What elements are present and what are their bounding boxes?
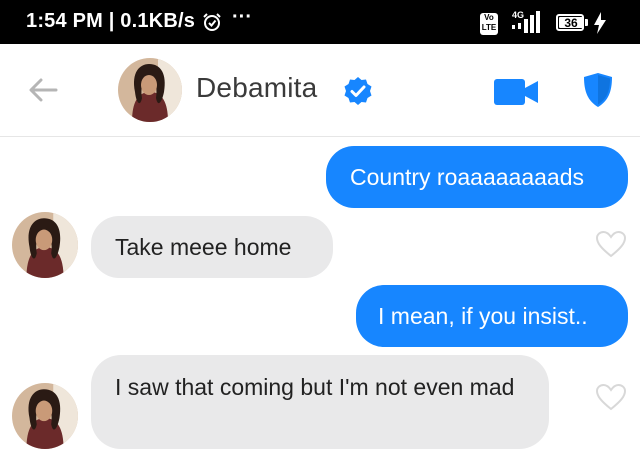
volte-icon: Vo LTE <box>480 13 498 35</box>
status-bar: 1:54 PM | 0.1KB/s ··· Vo LTE 4G 36 <box>0 0 640 44</box>
message-text: I mean, if you insist.. <box>378 303 588 329</box>
charging-icon <box>593 12 607 39</box>
message-avatar[interactable] <box>12 383 78 449</box>
sent-message-bubble[interactable]: Country roaaaaaaaads <box>326 146 628 208</box>
contact-avatar[interactable] <box>118 58 182 122</box>
received-message-bubble[interactable]: I saw that coming but I'm not even mad <box>91 355 549 449</box>
signal-icon: 4G <box>510 9 546 40</box>
verified-badge-icon <box>343 76 373 111</box>
more-notifications-icon: ··· <box>232 6 252 28</box>
battery-nub <box>585 19 588 26</box>
message-text: I saw that coming but I'm not even mad <box>115 374 515 400</box>
battery-level: 36 <box>559 17 583 29</box>
message-text: Take meee home <box>115 234 292 260</box>
message-avatar[interactable] <box>12 212 78 278</box>
battery-icon: 36 <box>556 14 584 31</box>
like-heart-icon[interactable] <box>595 230 627 263</box>
status-time: 1:54 PM | 0.1KB/s <box>26 10 196 32</box>
received-message-bubble[interactable]: Take meee home <box>91 216 333 278</box>
shield-icon[interactable] <box>582 72 614 113</box>
chat-header: Debamita <box>0 44 640 137</box>
sent-message-bubble[interactable]: I mean, if you insist.. <box>356 285 628 347</box>
contact-name[interactable]: Debamita <box>196 72 317 104</box>
back-arrow-icon[interactable] <box>28 78 58 107</box>
alarm-icon <box>202 12 222 37</box>
like-heart-icon[interactable] <box>595 383 627 416</box>
message-text: Country roaaaaaaaads <box>350 164 584 190</box>
video-call-icon[interactable] <box>494 79 540 110</box>
network-type: 4G <box>512 10 524 20</box>
